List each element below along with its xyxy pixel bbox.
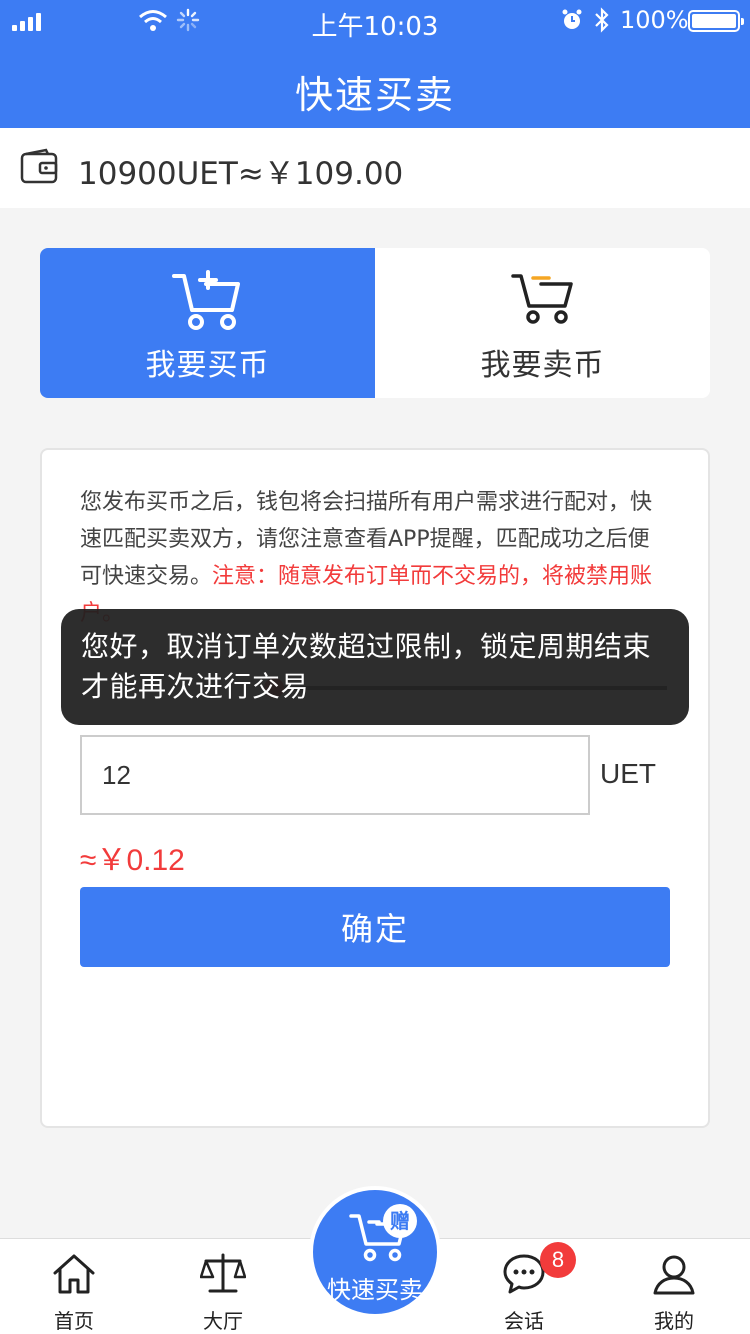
tabbar-item-me[interactable]: 我的 [614, 1239, 734, 1334]
cart-minus-icon [510, 274, 573, 324]
tabbar-label-quick-trade: 快速买卖 [327, 1276, 423, 1304]
tab-sell[interactable]: 我要卖币 [375, 248, 710, 398]
battery-percent: 100% [620, 6, 689, 34]
amount-unit: UET [600, 758, 656, 789]
nav-bar: 快速买卖 [0, 40, 750, 128]
battery-icon [688, 10, 744, 32]
wallet-icon [20, 148, 58, 184]
tab-sell-label: 我要卖币 [480, 348, 605, 383]
tabbar-label-hall: 大厅 [203, 1309, 243, 1333]
cart-plus-icon [171, 270, 240, 330]
status-bar: 上午10:03 100% [0, 0, 750, 42]
home-icon [53, 1254, 95, 1294]
tabbar-label-chat: 会话 [504, 1309, 544, 1333]
amount-input[interactable] [80, 735, 590, 815]
confirm-button[interactable]: 确定 [80, 887, 670, 967]
toast-message: 您好，取消订单次数超过限制，锁定周期结束才能再次进行交易 [61, 609, 689, 725]
trade-type-tabs: 我要买币 我要卖币 [40, 248, 710, 398]
user-icon [653, 1255, 695, 1295]
bluetooth-icon [595, 7, 609, 33]
tab-buy[interactable]: 我要买币 [40, 248, 375, 398]
tabbar-item-quick-trade[interactable]: 赠 快速买卖 [309, 1186, 441, 1318]
wallet-bar: 10900UET≈￥109.00 [0, 128, 750, 208]
tabbar-label-me: 我的 [654, 1309, 694, 1333]
gift-badge: 赠 [383, 1204, 417, 1238]
alarm-icon [562, 9, 582, 29]
tabbar-item-hall[interactable]: 大厅 [163, 1239, 283, 1334]
buy-form-card: 您发布买币之后，钱包将会扫描所有用户需求进行配对，快速匹配买卖双方，请您注意查看… [40, 448, 710, 1128]
scale-icon [200, 1253, 246, 1293]
approx-value: ≈￥0.12 [80, 844, 185, 877]
tabbar-label-home: 首页 [54, 1309, 94, 1333]
tabbar-item-home[interactable]: 首页 [14, 1239, 134, 1334]
tab-buy-label: 我要买币 [145, 348, 270, 383]
page-title: 快速买卖 [294, 73, 455, 117]
wallet-balance: 10900UET≈￥109.00 [78, 156, 404, 192]
chat-unread-badge: 8 [540, 1242, 576, 1278]
